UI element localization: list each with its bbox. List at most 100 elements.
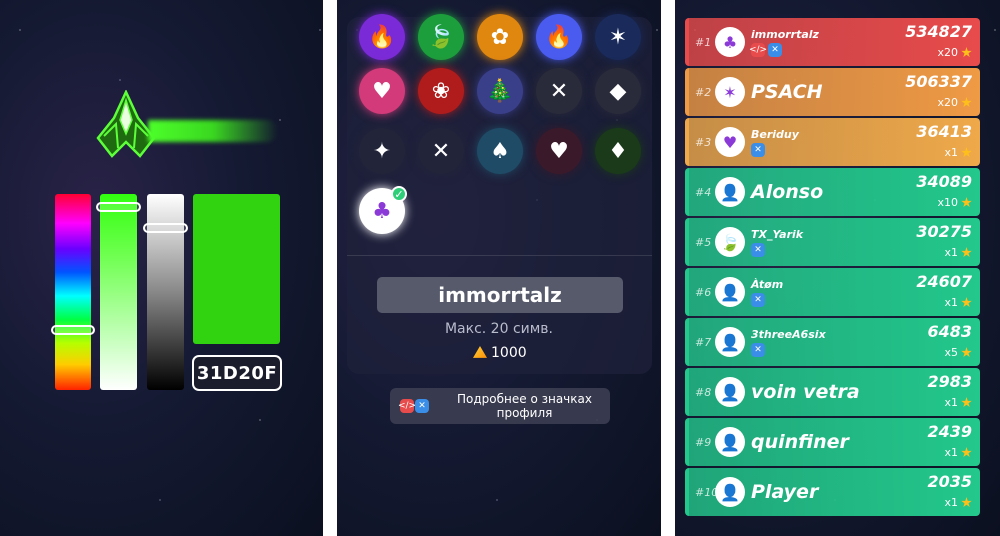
rank-label: #3: [695, 135, 712, 149]
score: 24607: [916, 272, 972, 291]
avatar: 👤: [715, 427, 745, 457]
spade-icon[interactable]: ♠: [477, 128, 523, 174]
player-name: immorrtalz: [751, 27, 819, 41]
avatar: 👤: [715, 377, 745, 407]
leaderboard-row[interactable]: #6 👤 Àtøm ✕ 24607 x1: [685, 268, 980, 316]
leaf-icon[interactable]: 🍃: [418, 14, 464, 60]
score: 36413: [916, 122, 972, 141]
developer-badge-icon: </>: [748, 42, 768, 57]
ship-trail: [148, 120, 278, 142]
multiplier: x5: [944, 346, 972, 359]
score: 534827: [905, 22, 972, 41]
rank-label: #5: [695, 235, 712, 249]
heart-icon[interactable]: ♥: [536, 128, 582, 174]
player-name-input[interactable]: immorrtalz: [377, 277, 623, 313]
divider: [347, 255, 652, 256]
hue-slider-handle[interactable]: [51, 325, 95, 335]
player-name: voin vetra: [751, 381, 860, 403]
leaderboard-row[interactable]: #3 ♥ Beriduy ✕ 36413 x1: [685, 118, 980, 166]
avatar: ✶: [715, 77, 745, 107]
score: 30275: [916, 222, 972, 241]
rank-label: #6: [695, 285, 712, 299]
multiplier: x1: [944, 396, 972, 409]
multiplier: x1: [944, 496, 972, 509]
star-icon: [961, 247, 972, 258]
cost-display: 1000: [473, 345, 527, 361]
score: 6483: [927, 322, 972, 341]
player-name: Beriduy: [751, 127, 799, 141]
star-icon: [961, 147, 972, 158]
leaderboard-row[interactable]: #1 ♣ immorrtalz </> ✕ 534827 x20: [685, 18, 980, 66]
leaderboard-row[interactable]: #5 🍃 TX_Yarik ✕ 30275 x1: [685, 218, 980, 266]
score: 34089: [916, 172, 972, 191]
player-name: PSACH: [751, 81, 823, 103]
diamond-icon[interactable]: ♦: [595, 128, 641, 174]
spaceship-icon: [96, 90, 156, 158]
score: 2035: [927, 472, 972, 491]
star-icon: [961, 197, 972, 208]
crossed-swords-icon[interactable]: ✕: [536, 68, 582, 114]
player-name: 3threeA6six: [751, 327, 826, 341]
leaderboard-row[interactable]: #4 👤 Alonso 34089 x10: [685, 168, 980, 216]
avatar: 👤: [715, 327, 745, 357]
wreath-icon[interactable]: ❀: [418, 68, 464, 114]
player-name: Player: [751, 481, 819, 503]
rank-label: #7: [695, 335, 712, 349]
leaderboard-row[interactable]: #9 👤 quinfiner 2439 x1: [685, 418, 980, 466]
cost-value: 1000: [491, 345, 527, 361]
score: 2439: [927, 422, 972, 441]
hue-slider[interactable]: [55, 194, 91, 390]
gem-icon: [473, 346, 487, 358]
badge-info-button[interactable]: </> ✕ Подробнее о значках профиля: [390, 388, 610, 424]
player-name: Àtøm: [751, 277, 784, 291]
leaderboard-panel: #1 ♣ immorrtalz </> ✕ 534827 x20 #2 ✶ PSACH 506337…: [675, 0, 1000, 536]
fire-blue-icon[interactable]: 🔥: [536, 14, 582, 60]
rank-label: #8: [695, 385, 712, 399]
badges-icon: </> ✕: [398, 399, 429, 413]
leaderboard-row[interactable]: #2 ✶ PSACH 506337 x20: [685, 68, 980, 116]
color-picker-panel: 31D20F: [0, 0, 323, 536]
star-icon: [961, 497, 972, 508]
leaderboard-row[interactable]: #10 👤 Player 2035 x1: [685, 468, 980, 516]
selected-check-icon: ✓: [391, 186, 407, 202]
tester-badge-icon: ✕: [751, 142, 765, 157]
crystal-icon[interactable]: ◆: [595, 68, 641, 114]
rank-label: #1: [695, 35, 712, 49]
multiplier: x1: [944, 146, 972, 159]
avatar: ♥: [715, 127, 745, 157]
tester-badge-icon: ✕: [751, 242, 765, 257]
player-name: Alonso: [751, 181, 824, 203]
sparkle-icon[interactable]: ✦: [359, 128, 405, 174]
color-preview: [193, 194, 280, 344]
leaderboard-row[interactable]: #8 👤 voin vetra 2983 x1: [685, 368, 980, 416]
saturation-slider[interactable]: [100, 194, 137, 390]
hex-color-input[interactable]: 31D20F: [192, 355, 282, 391]
profile-panel: 🔥 🍃 ✿ 🔥 ✶ ♥ ❀ 🎄 ✕ ◆ ✦ ✕ ♠ ♥ ♦ ♣ ✓ immorrtalz Макс. 20 си…: [337, 0, 661, 536]
flame-icon[interactable]: 🔥: [359, 14, 405, 60]
leaderboard-row[interactable]: #7 👤 3threeA6six ✕ 6483 x5: [685, 318, 980, 366]
star-icon: [961, 297, 972, 308]
multiplier: x20: [937, 46, 972, 59]
flower-icon[interactable]: ✿: [477, 14, 523, 60]
score: 2983: [927, 372, 972, 391]
rank-label: #4: [695, 185, 712, 199]
heart-pattern-icon[interactable]: ♥: [359, 68, 405, 114]
star-blue-icon[interactable]: ✶: [595, 14, 641, 60]
avatar: ♣: [715, 27, 745, 57]
brightness-slider-handle[interactable]: [143, 223, 188, 233]
star-icon: [961, 97, 972, 108]
tester-badge-icon: ✕: [768, 42, 782, 57]
multiplier: x20: [937, 96, 972, 109]
multiplier: x10: [937, 196, 972, 209]
avatar: 🍃: [715, 227, 745, 257]
rank-label: #10: [695, 485, 719, 499]
snowglobe-icon[interactable]: 🎄: [477, 68, 523, 114]
star-icon: [961, 447, 972, 458]
saturation-slider-handle[interactable]: [96, 202, 141, 212]
multiplier: x1: [944, 246, 972, 259]
player-name: TX_Yarik: [751, 227, 804, 241]
badge-info-label: Подробнее о значках профиля: [457, 392, 592, 420]
multiplier: x1: [944, 296, 972, 309]
x-cross-icon[interactable]: ✕: [418, 128, 464, 174]
player-name: quinfiner: [751, 431, 849, 453]
